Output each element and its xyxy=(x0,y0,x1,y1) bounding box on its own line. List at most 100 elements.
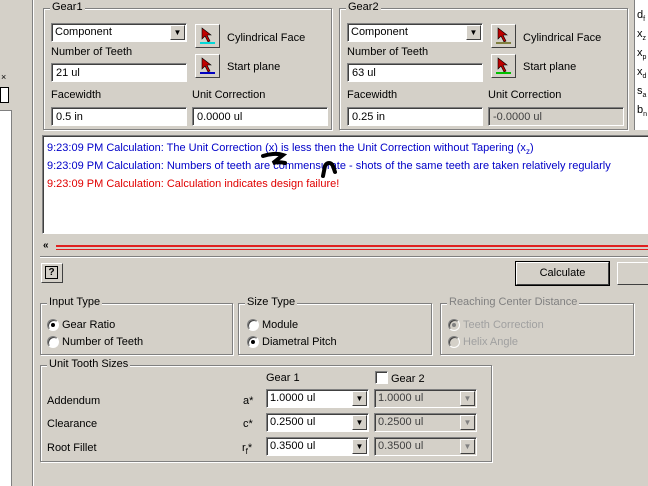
gear1-plane-label: Start plane xyxy=(227,61,281,73)
radio-helix-angle-label: Helix Angle xyxy=(463,336,519,348)
panel-divider xyxy=(32,0,34,486)
addendum-gear1-select[interactable]: 1.0000 ul ▼ xyxy=(266,389,369,408)
root-fillet-gear1-value: 0.3500 ul xyxy=(270,440,316,452)
root-fillet-label: Root Fillet xyxy=(47,442,97,454)
separator xyxy=(40,256,648,258)
panel-splitter[interactable]: « xyxy=(40,240,648,254)
radio-gear-ratio[interactable] xyxy=(47,319,59,331)
arrow-cursor-icon xyxy=(201,27,212,43)
gear2-face-label: Cylindrical Face xyxy=(523,32,602,44)
browser-panel[interactable] xyxy=(0,110,12,486)
arrow-cursor-icon xyxy=(201,57,212,73)
radio-number-of-teeth[interactable] xyxy=(47,336,59,348)
gear2-facewidth-input[interactable]: 0.25 in xyxy=(347,107,483,126)
close-icon[interactable]: × xyxy=(1,72,6,82)
chevron-down-icon[interactable]: ▼ xyxy=(352,439,367,454)
collapse-chevron-icon[interactable]: « xyxy=(43,240,49,251)
gear1-plane-color-bar xyxy=(200,72,215,74)
root-fillet-gear2-select: 0.3500 ul ▼ xyxy=(374,437,477,456)
calculate-button[interactable]: Calculate xyxy=(516,262,609,285)
clearance-label: Clearance xyxy=(47,418,98,430)
gear1-header: Gear 1 xyxy=(266,372,300,384)
radio-diametral-pitch[interactable] xyxy=(247,336,259,348)
splitter-line xyxy=(56,245,648,247)
arrow-cursor-icon xyxy=(497,57,508,73)
gear2-teeth-input[interactable]: 63 ul xyxy=(347,63,483,82)
gear1-plane-pick-button[interactable] xyxy=(195,54,220,78)
gear2-type-value: Component xyxy=(351,26,408,38)
radio-teeth-correction-label: Teeth Correction xyxy=(463,319,544,331)
gear2-face-color-bar xyxy=(496,42,511,44)
gear1-type-value: Component xyxy=(55,26,112,38)
results-column: df xz xp xd sa bn xyxy=(634,0,648,130)
gear1-face-color-bar xyxy=(200,42,215,44)
radio-number-of-teeth-label[interactable]: Number of Teeth xyxy=(62,336,143,348)
gear2-teeth-label: Number of Teeth xyxy=(347,46,429,58)
gear1-face-pick-button[interactable] xyxy=(195,24,220,48)
gear1-unitcorr-label: Unit Correction xyxy=(192,89,266,101)
chevron-down-icon[interactable]: ▼ xyxy=(352,415,367,430)
result-symbol: sa xyxy=(637,85,647,100)
gear1-type-select[interactable]: Component ▼ xyxy=(51,23,187,42)
result-symbol: df xyxy=(637,9,646,24)
gear1-teeth-label: Number of Teeth xyxy=(51,46,133,58)
radio-teeth-correction xyxy=(448,319,460,331)
gear1-teeth-input[interactable]: 21 ul xyxy=(51,63,187,82)
gear2-title: Gear2 xyxy=(346,1,381,13)
gear2-checkbox[interactable] xyxy=(375,371,388,384)
size-type-title: Size Type xyxy=(245,296,298,308)
gear2-facewidth-label: Facewidth xyxy=(347,89,398,101)
gear1-unitcorr-input[interactable]: 0.0000 ul xyxy=(192,107,328,126)
addendum-gear2-value: 1.0000 ul xyxy=(378,392,424,404)
root-fillet-symbol: rf* xyxy=(242,442,253,457)
gear2-face-pick-button[interactable] xyxy=(491,24,516,48)
result-symbol: xd xyxy=(637,66,647,81)
gear2-plane-label: Start plane xyxy=(523,61,577,73)
root-fillet-gear1-select[interactable]: 0.3500 ul ▼ xyxy=(266,437,369,456)
chevron-down-icon: ▼ xyxy=(460,391,475,406)
addendum-gear2-select: 1.0000 ul ▼ xyxy=(374,389,477,408)
gear2-plane-color-bar xyxy=(496,72,511,74)
gear1-title: Gear1 xyxy=(50,1,85,13)
addendum-symbol: a* xyxy=(243,395,254,407)
scribble-marks xyxy=(261,151,337,178)
next-button-clipped[interactable] xyxy=(617,262,648,285)
help-icon: ? xyxy=(45,266,58,279)
clearance-gear2-select: 0.2500 ul ▼ xyxy=(374,413,477,432)
chevron-down-icon: ▼ xyxy=(460,439,475,454)
chevron-down-icon: ▼ xyxy=(460,415,475,430)
gear2-plane-pick-button[interactable] xyxy=(491,54,516,78)
clearance-gear2-value: 0.2500 ul xyxy=(378,416,424,428)
chevron-down-icon[interactable]: ▼ xyxy=(170,25,185,40)
part-icon[interactable] xyxy=(0,87,9,103)
gear1-facewidth-input[interactable]: 0.5 in xyxy=(51,107,187,126)
arrow-cursor-icon xyxy=(497,27,508,43)
input-type-title: Input Type xyxy=(47,296,103,308)
result-symbol: xp xyxy=(637,47,647,62)
radio-diametral-pitch-label[interactable]: Diametral Pitch xyxy=(262,336,337,348)
gear2-type-select[interactable]: Component ▼ xyxy=(347,23,483,42)
radio-module[interactable] xyxy=(247,319,259,331)
radio-gear-ratio-label[interactable]: Gear Ratio xyxy=(62,319,115,331)
clearance-gear1-value: 0.2500 ul xyxy=(270,416,316,428)
gear2-unitcorr-input: -0.0000 ul xyxy=(488,107,624,126)
clearance-symbol: c* xyxy=(243,418,253,430)
help-button[interactable]: ? xyxy=(41,263,63,283)
gear2-unitcorr-label: Unit Correction xyxy=(488,89,562,101)
chevron-down-icon[interactable]: ▼ xyxy=(352,391,367,406)
addendum-gear1-value: 1.0000 ul xyxy=(270,392,316,404)
root-fillet-gear2-value: 0.3500 ul xyxy=(378,440,424,452)
result-symbol: bn xyxy=(637,104,648,119)
splitter-line xyxy=(56,249,648,250)
gear1-face-label: Cylindrical Face xyxy=(227,32,306,44)
addendum-label: Addendum xyxy=(47,395,101,407)
clearance-gear1-select[interactable]: 0.2500 ul ▼ xyxy=(266,413,369,432)
chevron-down-icon[interactable]: ▼ xyxy=(466,25,481,40)
radio-helix-angle xyxy=(448,336,460,348)
reaching-center-title: Reaching Center Distance xyxy=(447,296,580,308)
unit-tooth-sizes-title: Unit Tooth Sizes xyxy=(47,358,131,370)
radio-module-label[interactable]: Module xyxy=(262,319,298,331)
result-symbol: xz xyxy=(637,28,646,43)
gear1-facewidth-label: Facewidth xyxy=(51,89,102,101)
gear2-header: Gear 2 xyxy=(391,373,425,385)
